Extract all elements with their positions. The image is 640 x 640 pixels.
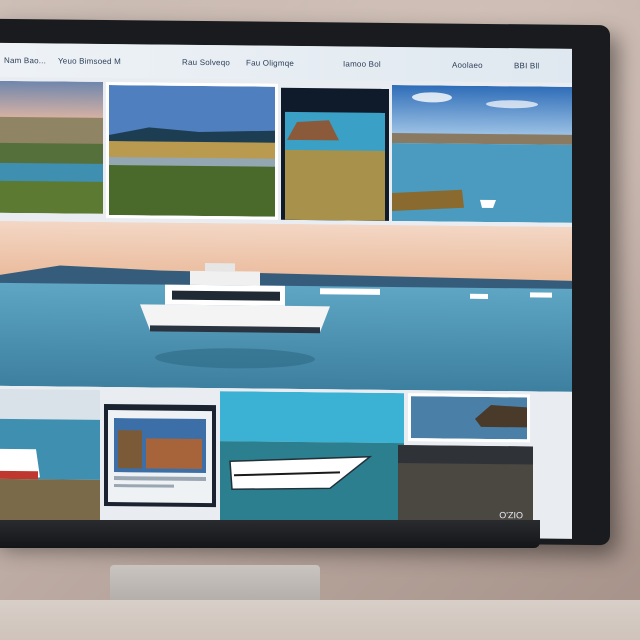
photo-tile-wetland[interactable] bbox=[106, 81, 278, 220]
monitor: Nam Bao... Yeuo Bimsoed M Rau Solveqo Fa… bbox=[0, 18, 610, 546]
desk bbox=[0, 600, 640, 640]
speedboat-photo bbox=[220, 391, 404, 538]
ferry-photo bbox=[0, 388, 100, 534]
wetland-photo bbox=[109, 84, 275, 217]
monitor-preview-photo bbox=[108, 409, 212, 504]
nav-item-solutions[interactable]: Rau Solveqo bbox=[182, 57, 230, 67]
hero-banner[interactable] bbox=[0, 220, 572, 392]
monitor-chin bbox=[0, 520, 540, 548]
rock-photo bbox=[411, 396, 527, 440]
photo-tile-rock[interactable] bbox=[408, 393, 530, 443]
photo-tile-coast[interactable] bbox=[0, 80, 103, 214]
photo-tile-monitor-preview[interactable] bbox=[104, 403, 216, 508]
nav-item-contact[interactable]: BBI Bll bbox=[514, 61, 539, 70]
nav-item-blog[interactable]: Iamoo Bol bbox=[343, 59, 381, 68]
photo-tile-island[interactable] bbox=[281, 87, 389, 221]
nav-item-brand[interactable]: Yeuo Bimsoed M bbox=[58, 56, 121, 66]
coast-photo bbox=[0, 80, 103, 214]
caption-title: O'ZIO bbox=[499, 510, 523, 521]
photo-tile-ferry[interactable] bbox=[0, 388, 100, 534]
photo-tile-bay[interactable] bbox=[392, 84, 572, 223]
top-nav: Nam Bao... Yeuo Bimsoed M Rau Solveqo Fa… bbox=[0, 42, 572, 83]
bay-photo bbox=[392, 84, 572, 223]
hero-yacht-photo bbox=[0, 220, 572, 392]
nav-item-home[interactable]: Nam Bao... bbox=[4, 55, 46, 64]
nav-item-about[interactable]: Aoolaeo bbox=[452, 60, 483, 69]
screen: Nam Bao... Yeuo Bimsoed M Rau Solveqo Fa… bbox=[0, 42, 572, 539]
photo-tile-speedboat[interactable] bbox=[220, 391, 404, 538]
island-photo bbox=[285, 111, 385, 221]
nav-item-gallery[interactable]: Fau Oligmqe bbox=[246, 58, 294, 68]
